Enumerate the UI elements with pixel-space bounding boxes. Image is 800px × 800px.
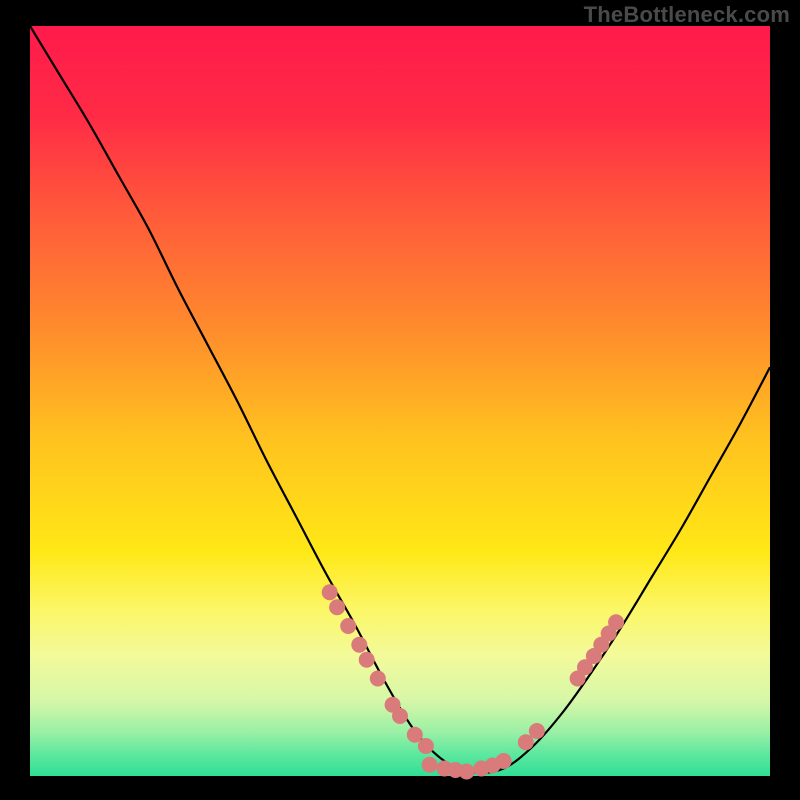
watermark-text: TheBottleneck.com — [584, 2, 790, 28]
bottleneck-chart — [0, 0, 800, 800]
marker-dot — [370, 671, 386, 687]
marker-dot — [392, 708, 408, 724]
marker-dot — [608, 614, 624, 630]
marker-dot — [496, 753, 512, 769]
marker-dot — [418, 738, 434, 754]
marker-dot — [359, 652, 375, 668]
marker-dot — [529, 723, 545, 739]
marker-dot — [322, 584, 338, 600]
chart-frame: TheBottleneck.com — [0, 0, 800, 800]
marker-dot — [422, 757, 438, 773]
marker-dot — [340, 618, 356, 634]
marker-dot — [351, 637, 367, 653]
plot-background — [30, 26, 770, 776]
marker-dot — [329, 599, 345, 615]
marker-dot — [459, 764, 475, 780]
